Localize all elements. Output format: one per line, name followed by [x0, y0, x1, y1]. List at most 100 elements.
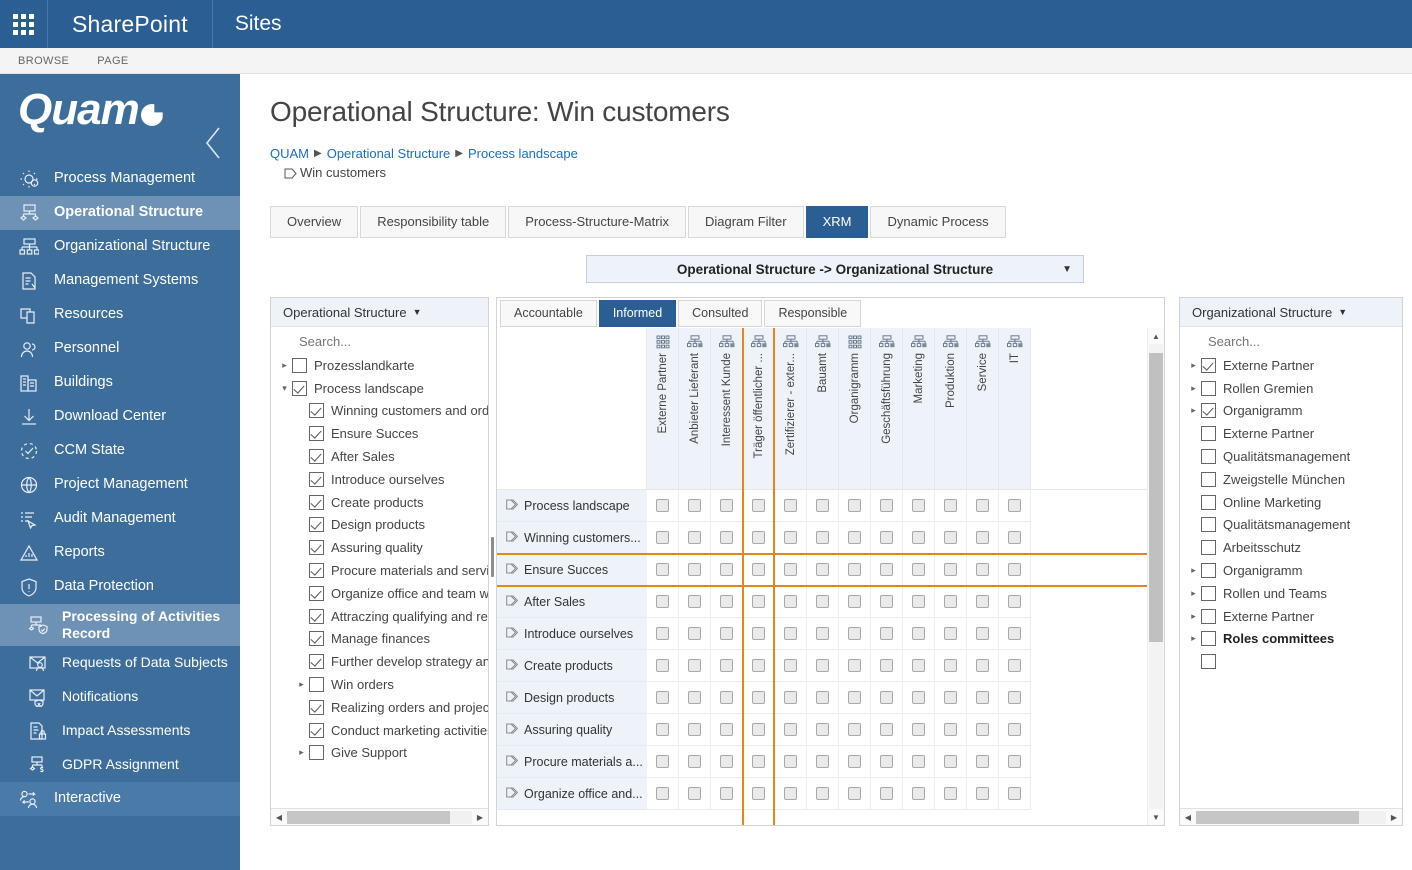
matrix-cell[interactable]	[743, 618, 775, 650]
tree-node[interactable]: Zweigstelle München	[1186, 468, 1402, 491]
chevron-right-icon[interactable]: ▸	[294, 679, 309, 690]
breadcrumb-item-process-landscape[interactable]: Process landscape	[468, 146, 578, 161]
tree-node[interactable]: ▸ Organigramm	[1186, 400, 1402, 423]
matrix-cell-checkbox[interactable]	[656, 563, 669, 576]
matrix-cell-checkbox[interactable]	[656, 595, 669, 608]
tree-node[interactable]: Design products	[277, 514, 488, 537]
chevron-right-icon[interactable]: ▸	[1186, 360, 1201, 371]
tab-diagram-filter[interactable]: Diagram Filter	[687, 206, 804, 238]
matrix-cell-checkbox[interactable]	[1008, 755, 1021, 768]
sidebar-item-interactive[interactable]: Interactive	[0, 781, 240, 816]
matrix-cell[interactable]	[839, 522, 871, 554]
tree-node[interactable]: ▸ Rollen Gremien	[1186, 377, 1402, 400]
matrix-cell-checkbox[interactable]	[784, 755, 797, 768]
matrix-cell-checkbox[interactable]	[816, 723, 829, 736]
matrix-cell-checkbox[interactable]	[976, 627, 989, 640]
matrix-cell-checkbox[interactable]	[656, 755, 669, 768]
sidebar-item-requests-of-data-subjects[interactable]: Requests of Data Subjects	[0, 646, 240, 680]
tree-node[interactable]: Online Marketing	[1186, 491, 1402, 514]
tree-node-checkbox[interactable]	[1201, 471, 1216, 487]
matrix-cell[interactable]	[935, 714, 967, 746]
matrix-cell[interactable]	[999, 522, 1031, 554]
matrix-cell-checkbox[interactable]	[944, 627, 957, 640]
tree-node[interactable]: After Sales	[277, 445, 488, 468]
operational-structure-search-input[interactable]	[271, 327, 488, 354]
matrix-cell[interactable]	[711, 522, 743, 554]
matrix-cell-checkbox[interactable]	[656, 499, 669, 512]
chevron-right-icon[interactable]: ▸	[1186, 405, 1201, 416]
matrix-cell-checkbox[interactable]	[880, 627, 893, 640]
matrix-cell[interactable]	[711, 586, 743, 618]
matrix-cell[interactable]	[807, 714, 839, 746]
tree-node-checkbox[interactable]	[1201, 608, 1216, 624]
matrix-cell-checkbox[interactable]	[848, 691, 861, 704]
matrix-cell-checkbox[interactable]	[752, 659, 765, 672]
sites-link[interactable]: Sites	[213, 0, 304, 48]
tree-node-checkbox[interactable]	[1201, 540, 1216, 556]
matrix-tab-consulted[interactable]: Consulted	[678, 300, 763, 327]
chevron-down-icon[interactable]: ▾	[277, 383, 292, 394]
matrix-cell[interactable]	[775, 650, 807, 682]
tree-node-checkbox[interactable]	[1201, 517, 1216, 533]
ribbon-tab-page[interactable]: PAGE	[97, 55, 128, 67]
matrix-tab-accountable[interactable]: Accountable	[500, 300, 597, 327]
matrix-cell[interactable]	[743, 778, 775, 810]
vscroll-track[interactable]	[1149, 344, 1163, 809]
matrix-cell-checkbox[interactable]	[720, 499, 733, 512]
matrix-column-header[interactable]: Bauamt	[807, 328, 839, 489]
matrix-cell-checkbox[interactable]	[944, 787, 957, 800]
matrix-cell-checkbox[interactable]	[944, 563, 957, 576]
matrix-cell[interactable]	[647, 522, 679, 554]
matrix-cell[interactable]	[839, 586, 871, 618]
matrix-cell[interactable]	[647, 682, 679, 714]
matrix-cell-checkbox[interactable]	[912, 723, 925, 736]
matrix-cell[interactable]	[903, 618, 935, 650]
matrix-cell[interactable]	[967, 554, 999, 586]
tree-node[interactable]	[1186, 650, 1402, 673]
matrix-cell[interactable]	[807, 746, 839, 778]
matrix-cell[interactable]	[775, 554, 807, 586]
tree-node[interactable]: Realizing orders and projects	[277, 696, 488, 719]
matrix-cell[interactable]	[743, 650, 775, 682]
matrix-cell-checkbox[interactable]	[752, 499, 765, 512]
operational-structure-picker-header[interactable]: Operational Structure ▼	[271, 298, 488, 327]
matrix-cell-checkbox[interactable]	[912, 755, 925, 768]
breadcrumb-item-operational-structure[interactable]: Operational Structure	[327, 146, 451, 161]
hscroll-thumb[interactable]	[287, 810, 450, 824]
matrix-cell-checkbox[interactable]	[880, 659, 893, 672]
matrix-cell-checkbox[interactable]	[720, 723, 733, 736]
tree-node-checkbox[interactable]	[309, 722, 324, 738]
breadcrumb-item-quam[interactable]: QUAM	[270, 146, 309, 161]
matrix-cell[interactable]	[775, 618, 807, 650]
matrix-cell-checkbox[interactable]	[1008, 563, 1021, 576]
tree-node[interactable]: Ensure Succes	[277, 422, 488, 445]
matrix-cell-checkbox[interactable]	[752, 787, 765, 800]
matrix-cell-checkbox[interactable]	[752, 723, 765, 736]
matrix-cell[interactable]	[903, 778, 935, 810]
matrix-cell-checkbox[interactable]	[720, 755, 733, 768]
matrix-cell[interactable]	[871, 490, 903, 522]
tree-node-checkbox[interactable]	[309, 699, 324, 715]
matrix-cell[interactable]	[871, 714, 903, 746]
matrix-cell-checkbox[interactable]	[944, 499, 957, 512]
matrix-cell[interactable]	[679, 746, 711, 778]
tree-node[interactable]: ▸ Organigramm	[1186, 559, 1402, 582]
matrix-tab-responsible[interactable]: Responsible	[764, 300, 862, 327]
chevron-right-icon[interactable]: ▸	[1186, 588, 1201, 599]
tree-node-checkbox[interactable]	[1201, 357, 1216, 373]
chevron-right-icon[interactable]: ▸	[1186, 633, 1201, 644]
matrix-cell[interactable]	[647, 618, 679, 650]
relation-selector[interactable]: Operational Structure -> Organizational …	[586, 255, 1084, 283]
tree-node-checkbox[interactable]	[1201, 654, 1216, 670]
matrix-column-header[interactable]: Externe Partner	[647, 328, 679, 489]
matrix-cell[interactable]	[839, 746, 871, 778]
matrix-cell-checkbox[interactable]	[656, 531, 669, 544]
tree-node-checkbox[interactable]	[1201, 631, 1216, 647]
arrow-right-icon[interactable]: ▶	[1386, 810, 1402, 825]
tree-node-checkbox[interactable]	[309, 517, 324, 533]
matrix-cell-checkbox[interactable]	[656, 691, 669, 704]
chevron-right-icon[interactable]: ▸	[294, 747, 309, 758]
vscroll-thumb[interactable]	[1149, 353, 1163, 642]
matrix-cell[interactable]	[807, 554, 839, 586]
matrix-cell[interactable]	[711, 746, 743, 778]
